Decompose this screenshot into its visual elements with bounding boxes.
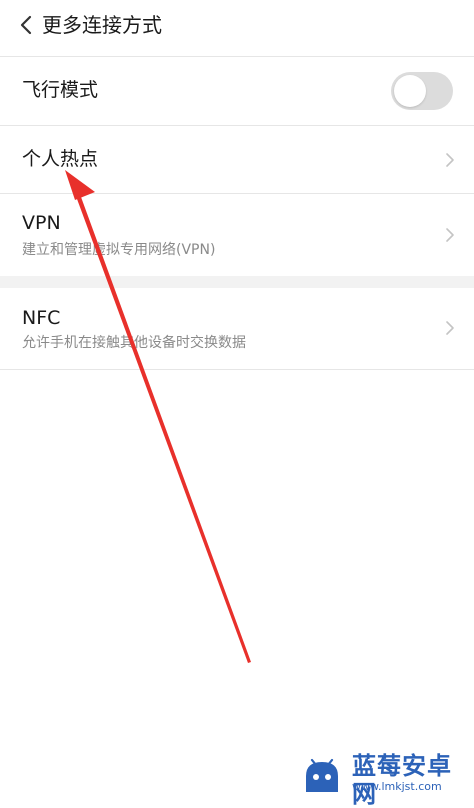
- airplane-mode-row[interactable]: 飞行模式: [0, 56, 474, 124]
- watermark-logo-icon: [306, 758, 338, 792]
- chevron-left-icon: [20, 15, 32, 35]
- personal-hotspot-row[interactable]: 个人热点: [0, 126, 474, 193]
- toggle-knob: [394, 75, 426, 107]
- vpn-row[interactable]: VPN 建立和管理虚拟专用网络(VPN): [0, 194, 474, 276]
- page-title: 更多连接方式: [42, 13, 162, 37]
- chevron-right-icon: [446, 153, 454, 167]
- watermark: 蓝莓安卓网 www.lmkjst.com: [300, 752, 470, 808]
- nfc-row[interactable]: NFC 允许手机在接触其他设备时交换数据: [0, 288, 474, 369]
- airplane-mode-label: 飞行模式: [22, 79, 99, 101]
- vpn-description: 建立和管理虚拟专用网络(VPN): [22, 242, 216, 258]
- chevron-right-icon: [446, 228, 454, 242]
- vpn-label: VPN: [22, 212, 61, 234]
- divider: [0, 369, 474, 370]
- back-button[interactable]: [12, 10, 40, 40]
- watermark-url: www.lmkjst.com: [352, 780, 442, 793]
- personal-hotspot-label: 个人热点: [22, 148, 99, 170]
- nfc-label: NFC: [22, 307, 61, 329]
- app-header: 更多连接方式: [0, 0, 474, 52]
- nfc-description: 允许手机在接触其他设备时交换数据: [22, 335, 246, 351]
- section-gap: [0, 276, 474, 288]
- airplane-mode-toggle[interactable]: [391, 72, 453, 110]
- chevron-right-icon: [446, 321, 454, 335]
